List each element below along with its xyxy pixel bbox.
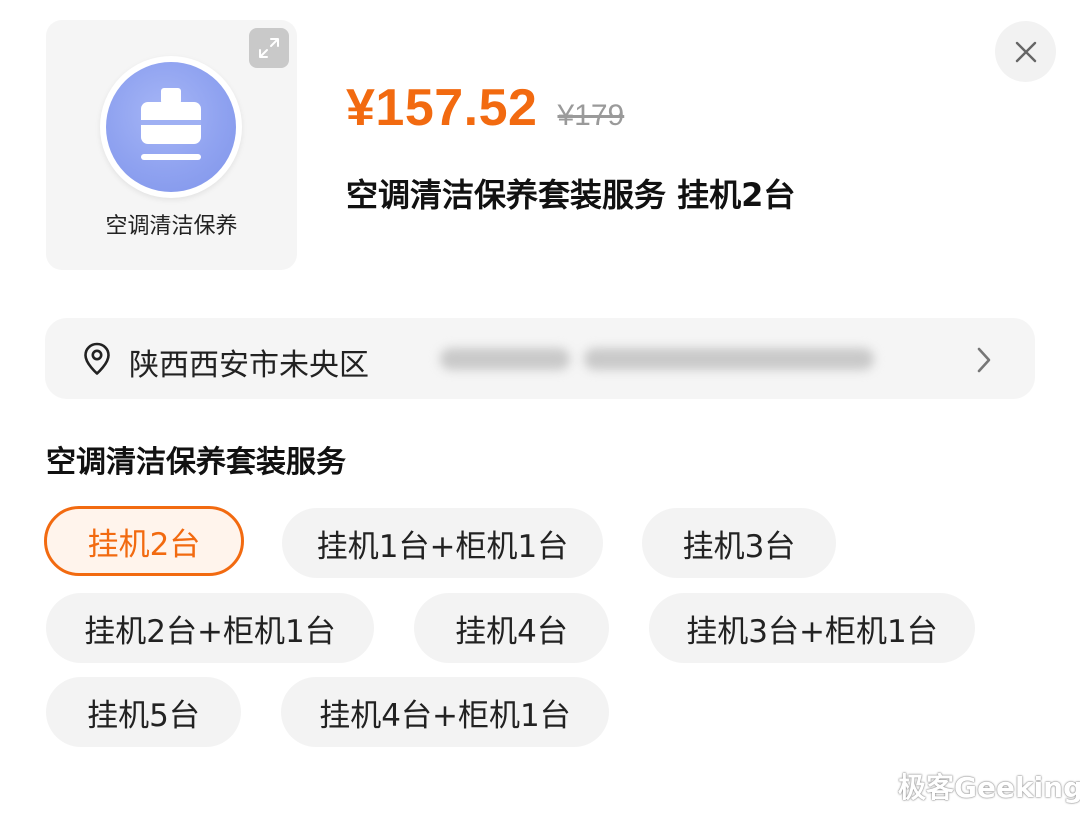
thumbnail-label: 空调清洁保养 <box>105 214 238 239</box>
address-redacted <box>440 340 880 378</box>
option-chip[interactable]: 挂机4台 <box>414 593 609 663</box>
watermark: 极客Geeking <box>898 771 1080 804</box>
product-icon-circle <box>100 56 242 198</box>
ac-cleaning-icon <box>141 88 201 160</box>
current-price: ¥157.52 <box>346 79 538 137</box>
price-row: ¥157.52 ¥179 <box>346 78 624 138</box>
option-chip[interactable]: 挂机2台 <box>44 506 244 576</box>
option-chip[interactable]: 挂机3台 <box>642 508 836 578</box>
option-chip[interactable]: 挂机5台 <box>46 677 241 747</box>
option-chip[interactable]: 挂机3台+柜机1台 <box>649 593 975 663</box>
product-thumbnail[interactable]: 空调清洁保养 <box>46 20 297 270</box>
option-chip[interactable]: 挂机4台+柜机1台 <box>281 677 609 747</box>
product-title: 空调清洁保养套装服务 挂机2台 <box>346 176 796 214</box>
expand-icon[interactable] <box>249 28 289 68</box>
option-chip[interactable]: 挂机2台+柜机1台 <box>46 593 374 663</box>
option-chip[interactable]: 挂机1台+柜机1台 <box>282 508 603 578</box>
address-selector[interactable]: 陕西西安市未央区 <box>45 318 1035 399</box>
close-icon <box>1015 41 1036 62</box>
address-text: 陕西西安市未央区 <box>129 348 369 383</box>
close-button[interactable] <box>995 21 1056 82</box>
section-title: 空调清洁保养套装服务 <box>46 445 346 480</box>
location-pin-icon <box>84 342 110 375</box>
original-price: ¥179 <box>557 99 625 132</box>
chevron-right-icon[interactable] <box>974 346 994 374</box>
